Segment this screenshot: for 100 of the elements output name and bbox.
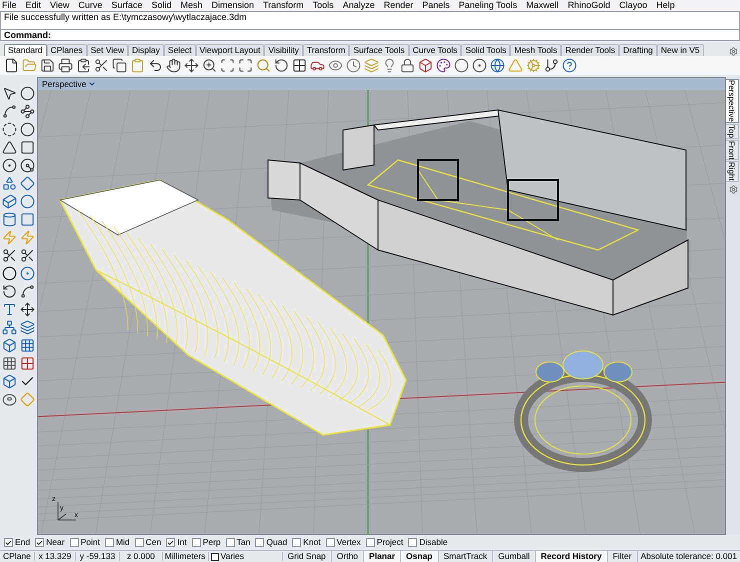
menu-item[interactable]: Edit xyxy=(26,1,42,10)
fillet-icon[interactable] xyxy=(20,158,35,173)
toolbar-tab[interactable]: New in V5 xyxy=(656,44,704,56)
menu-item[interactable]: Curve xyxy=(78,1,102,10)
zoom-icon[interactable] xyxy=(202,58,217,73)
array-icon[interactable] xyxy=(2,356,17,371)
text-icon[interactable] xyxy=(2,302,17,317)
help-icon[interactable] xyxy=(562,58,577,73)
osnap-checkbox[interactable]: Project xyxy=(366,538,404,547)
toolbar-tab[interactable]: Visibility xyxy=(264,44,303,56)
eye-icon[interactable] xyxy=(328,58,343,73)
status-pane[interactable]: Osnap xyxy=(401,551,438,562)
status-pane[interactable]: Record History xyxy=(536,551,608,562)
tolerance-label: Absolute tolerance: 0.001 xyxy=(640,552,738,561)
branch-icon[interactable] xyxy=(544,58,559,73)
menu-item[interactable]: RhinoGold xyxy=(568,1,610,10)
osnap-checkbox[interactable]: Vertex xyxy=(326,538,361,547)
menu-item[interactable]: Surface xyxy=(111,1,142,10)
box-icon[interactable] xyxy=(418,58,433,73)
menu-item[interactable]: Transform xyxy=(263,1,304,10)
x-coordinate: x 13.329 xyxy=(34,552,76,561)
curve-icon[interactable] xyxy=(20,104,35,119)
osnap-checkbox[interactable]: Near xyxy=(35,538,65,547)
osnap-checkbox[interactable]: End xyxy=(4,538,30,547)
view-tab[interactable]: Perspective xyxy=(726,79,739,123)
viewport-title[interactable]: Perspective xyxy=(42,80,96,88)
toolbar-tab[interactable]: Display xyxy=(128,44,164,56)
menu-item[interactable]: Mesh xyxy=(180,1,202,10)
menu-item[interactable]: Dimension xyxy=(211,1,254,10)
lock-icon[interactable] xyxy=(400,58,415,73)
menu-item[interactable]: Solid xyxy=(151,1,172,10)
command-history: File successfully written as E:\tymczasowy\wytlaczajace.3dm xyxy=(0,11,740,30)
toolbar-tab[interactable]: CPlanes xyxy=(46,44,87,56)
printer-icon[interactable] xyxy=(58,58,73,73)
trim-icon[interactable] xyxy=(2,248,17,263)
menu-item[interactable]: View xyxy=(50,1,70,10)
viewport-grid-icon[interactable] xyxy=(292,58,307,73)
move-icon[interactable] xyxy=(184,58,199,73)
osnap-checkbox[interactable]: Int xyxy=(166,538,187,547)
settings-icon[interactable] xyxy=(729,47,738,56)
undo-icon[interactable] xyxy=(148,58,163,73)
toolbar-tab[interactable]: Viewport Layout xyxy=(196,44,264,56)
copy-icon[interactable] xyxy=(112,58,127,73)
menu-item[interactable]: Clayoo xyxy=(619,1,648,10)
menu-item[interactable]: Help xyxy=(656,1,675,10)
toolbar-tab[interactable]: Solid Tools xyxy=(461,44,510,56)
toolbar-tab[interactable]: Mesh Tools xyxy=(510,44,562,56)
menu-item[interactable]: Analyze xyxy=(342,1,375,10)
osnap-checkbox[interactable]: Cen xyxy=(134,538,162,547)
status-pane[interactable]: Grid Snap xyxy=(282,551,332,562)
curve-point-icon[interactable] xyxy=(20,284,35,299)
toolbar-tab[interactable]: Select xyxy=(164,44,196,56)
view-tab[interactable]: Right xyxy=(726,161,739,182)
status-pane[interactable]: SmartTrack xyxy=(438,551,494,562)
hand-icon[interactable] xyxy=(166,58,181,73)
osnap-checkbox[interactable]: Point xyxy=(70,538,100,547)
cut-icon[interactable] xyxy=(94,58,109,73)
globe-icon[interactable] xyxy=(490,58,505,73)
cylinder-icon[interactable] xyxy=(2,212,17,227)
polyline-icon[interactable] xyxy=(2,104,17,119)
circle-icon[interactable] xyxy=(2,122,17,137)
cube-icon[interactable] xyxy=(2,194,17,209)
layer-label[interactable]: Varies xyxy=(220,552,244,561)
pointer-icon[interactable] xyxy=(2,86,17,101)
menu-item[interactable]: Paneling Tools xyxy=(458,1,518,10)
osnap-checkbox[interactable]: Tan xyxy=(226,538,250,547)
mesh-icon[interactable] xyxy=(20,338,35,353)
status-pane[interactable]: Planar xyxy=(364,551,402,562)
network-icon[interactable] xyxy=(2,320,17,335)
circle-point-icon[interactable] xyxy=(2,158,17,173)
new-file-icon[interactable] xyxy=(4,58,19,73)
view-tab[interactable]: Top xyxy=(726,124,739,139)
toolbar-tab[interactable]: Standard xyxy=(4,44,46,56)
toolbar-tab[interactable]: Surface Tools xyxy=(349,44,409,56)
menu-item[interactable]: Tools xyxy=(312,1,334,10)
rectangle-icon[interactable] xyxy=(20,140,35,155)
toolbar-tab[interactable]: Transform xyxy=(302,44,350,56)
osnap-checkbox[interactable]: Disable xyxy=(408,538,448,547)
view-tab[interactable]: Front xyxy=(726,140,739,160)
clock-icon[interactable] xyxy=(346,58,361,73)
menu-item[interactable]: File xyxy=(2,1,17,10)
y-coordinate: y -59.133 xyxy=(76,552,120,561)
osnap-checkbox[interactable]: Quad xyxy=(255,538,288,547)
osnap-checkbox[interactable]: Knot xyxy=(292,538,321,547)
osnap-checkbox[interactable]: Perp xyxy=(192,538,221,547)
z-coordinate: z 0.000 xyxy=(120,552,163,561)
osnap-checkbox[interactable]: Mid xyxy=(104,538,130,547)
menu-item[interactable]: Render xyxy=(384,1,414,10)
layer-swatch-icon[interactable] xyxy=(210,552,219,560)
cplane-label[interactable]: CPlane xyxy=(0,552,35,561)
save-icon[interactable] xyxy=(40,58,55,73)
menu-item[interactable]: Panels xyxy=(422,1,450,10)
units-label: Millimeters xyxy=(162,552,209,561)
toolbar-tab[interactable]: Render Tools xyxy=(561,44,620,56)
menu-item[interactable]: Maxwell xyxy=(526,1,559,10)
status-pane[interactable]: Filter xyxy=(608,551,638,562)
toolbar-tab[interactable]: Set View xyxy=(86,44,128,56)
toolbar-tab[interactable]: Curve Tools xyxy=(408,44,462,56)
rotate-icon[interactable] xyxy=(274,58,289,73)
toolbar-tab[interactable]: Drafting xyxy=(619,44,657,56)
